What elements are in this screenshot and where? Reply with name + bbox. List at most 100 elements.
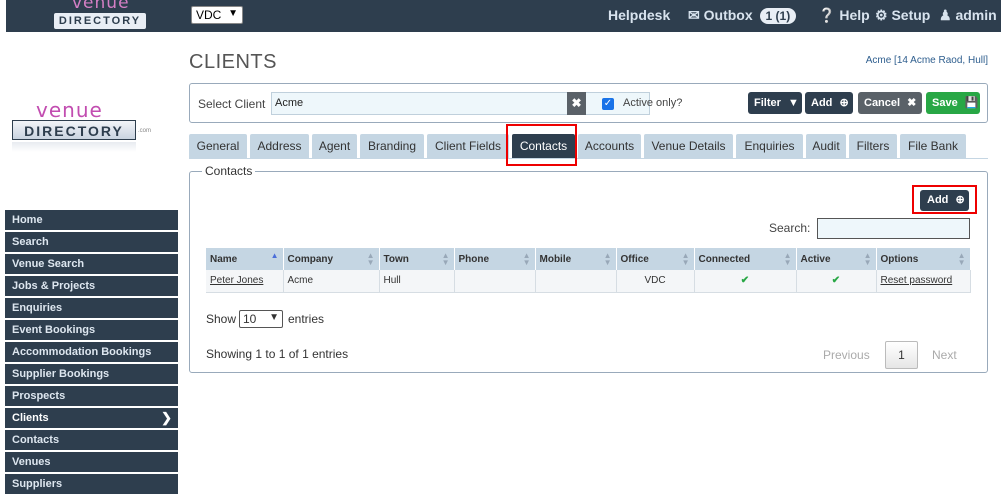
check-icon: ✔ (740, 275, 750, 287)
tab-filters[interactable]: Filters (849, 134, 897, 158)
user-icon: ♟ (939, 7, 952, 23)
column-header-connected[interactable]: Connected ▲ ▼ (694, 248, 797, 270)
sort-asc-icon: ▲ (270, 251, 279, 260)
logo[interactable]: venue DIRECTORY (54, 0, 150, 32)
client-select-bar: Select Client Acme ✖ ✓ Active only? Filt… (189, 83, 988, 123)
cell-town: Hull (379, 270, 455, 293)
tab-file-bank[interactable]: File Bank (900, 134, 966, 158)
search-input[interactable] (817, 218, 970, 239)
sidebar-item-supplier-bookings[interactable]: Supplier Bookings (5, 364, 178, 384)
outbox-link[interactable]: ✉ Outbox 1 (1) (688, 7, 797, 24)
active-only-checkbox[interactable]: ✓ (602, 98, 614, 110)
filter-button[interactable]: Filter ▼ (748, 92, 802, 114)
tab-client-fields[interactable]: Client Fields (427, 134, 509, 158)
sidebar-item-clients[interactable]: Clients ❯ (5, 408, 178, 428)
tab-accounts[interactable]: Accounts (578, 134, 641, 158)
cell-connected: ✔ (694, 270, 797, 293)
client-address: Acme [14 Acme Raod, Hull] (865, 55, 988, 66)
side-logo-reflection (12, 142, 136, 152)
page-size-select[interactable]: 10 ▼ (239, 310, 283, 328)
table-row: Peter Jones Acme Hull VDC ✔ ✔ Reset pass… (206, 270, 971, 293)
cancel-button[interactable]: Cancel ✖ (858, 92, 922, 114)
tab-general[interactable]: General (189, 134, 247, 158)
sort-icon: ▲ ▼ (603, 251, 612, 267)
sidebar-item-search[interactable]: Search (5, 232, 178, 252)
top-bar: venue DIRECTORY VDC ▼ Helpdesk ✉ Outbox … (6, 0, 1001, 32)
tab-audit[interactable]: Audit (806, 134, 846, 158)
contacts-legend: Contacts (202, 164, 256, 178)
side-logo: venue DIRECTORY .com (12, 98, 152, 158)
close-icon: ✖ (907, 97, 917, 109)
search-label: Search: (769, 221, 811, 235)
cell-name: Peter Jones (206, 270, 284, 293)
question-circle-icon: ❔ (818, 7, 836, 23)
save-icon: 💾 (964, 97, 979, 109)
reset-password-link[interactable]: Reset password (881, 275, 953, 286)
sidebar-item-suppliers[interactable]: Suppliers (5, 474, 178, 494)
column-header-name[interactable]: Name ▲ (206, 248, 284, 270)
page-1-button[interactable]: 1 (885, 341, 918, 369)
column-header-options[interactable]: Options ▲ ▼ (876, 248, 971, 270)
tabs-divider (189, 158, 988, 159)
next-page-button[interactable]: Next (932, 348, 957, 362)
add-label: Add (811, 97, 833, 109)
sidebar-item-contacts[interactable]: Contacts (5, 430, 178, 450)
sidebar: Home Search Venue Search Jobs & Projects… (5, 210, 178, 496)
column-header-company[interactable]: Company ▲ ▼ (283, 248, 380, 270)
check-icon: ✔ (831, 275, 841, 287)
tab-address[interactable]: Address (250, 134, 309, 158)
outbox-label: Outbox (703, 7, 753, 23)
save-label: Save (932, 97, 958, 109)
clear-client-button[interactable]: ✖ (567, 92, 586, 115)
user-menu[interactable]: ♟ admin (939, 7, 997, 24)
tab-branding[interactable]: Branding (360, 134, 424, 158)
column-header-office[interactable]: Office ▲ ▼ (616, 248, 695, 270)
sidebar-item-venue-search[interactable]: Venue Search (5, 254, 178, 274)
sidebar-item-prospects[interactable]: Prospects (5, 386, 178, 406)
sidebar-item-home[interactable]: Home (5, 210, 178, 230)
filter-label: Filter (754, 97, 781, 109)
save-button[interactable]: Save 💾 (926, 92, 980, 114)
tab-enquiries[interactable]: Enquiries (736, 134, 803, 158)
helpdesk-link[interactable]: Helpdesk (608, 7, 670, 23)
plus-circle-icon: ⊕ (839, 97, 849, 109)
help-label: Help (839, 7, 870, 23)
envelope-icon: ✉ (688, 7, 700, 23)
side-logo-bottom: DIRECTORY (12, 120, 136, 140)
table-header-row: Name ▲ Company ▲ ▼ Town ▲ ▼ Phone ▲ ▼ Mobile ▲ ▼ … (206, 248, 971, 270)
logo-top-text: venue (72, 0, 130, 13)
cell-mobile (535, 270, 617, 293)
entries-label: entries (288, 312, 325, 326)
add-client-button[interactable]: Add ⊕ (805, 92, 853, 114)
sidebar-item-enquiries[interactable]: Enquiries (5, 298, 178, 318)
contacts-tab-highlight (506, 124, 577, 166)
company-select[interactable]: VDC ▼ (191, 6, 243, 24)
help-link[interactable]: ❔ Help (818, 7, 870, 24)
side-logo-top: venue (36, 98, 103, 122)
previous-page-button[interactable]: Previous (823, 348, 870, 362)
sort-icon: ▲ ▼ (522, 251, 531, 267)
column-header-mobile[interactable]: Mobile ▲ ▼ (535, 248, 617, 270)
tab-venue-details[interactable]: Venue Details (644, 134, 733, 158)
chevron-down-icon: ▼ (228, 8, 238, 19)
setup-link[interactable]: ⚙ Setup (875, 7, 930, 24)
sidebar-item-venues[interactable]: Venues (5, 452, 178, 472)
client-select-input[interactable]: Acme (271, 92, 650, 115)
sidebar-item-accommodation-bookings[interactable]: Accommodation Bookings (5, 342, 178, 362)
tab-agent[interactable]: Agent (312, 134, 357, 158)
sidebar-item-label: Clients (12, 412, 49, 424)
cell-phone (454, 270, 536, 293)
select-client-label: Select Client (198, 97, 266, 111)
sidebar-item-event-bookings[interactable]: Event Bookings (5, 320, 178, 340)
column-header-town[interactable]: Town ▲ ▼ (379, 248, 455, 270)
chevron-down-icon: ▼ (269, 312, 279, 323)
sort-icon: ▲ ▼ (366, 251, 375, 267)
side-logo-suffix: .com (138, 128, 152, 134)
contact-name-link[interactable]: Peter Jones (210, 275, 263, 286)
outbox-badge: 1 (1) (759, 8, 797, 24)
logo-bottom-text: DIRECTORY (54, 13, 146, 29)
active-only-label: Active only? (623, 97, 683, 109)
sidebar-item-jobs-projects[interactable]: Jobs & Projects (5, 276, 178, 296)
column-header-active[interactable]: Active ▲ ▼ (796, 248, 877, 270)
column-header-phone[interactable]: Phone ▲ ▼ (454, 248, 536, 270)
